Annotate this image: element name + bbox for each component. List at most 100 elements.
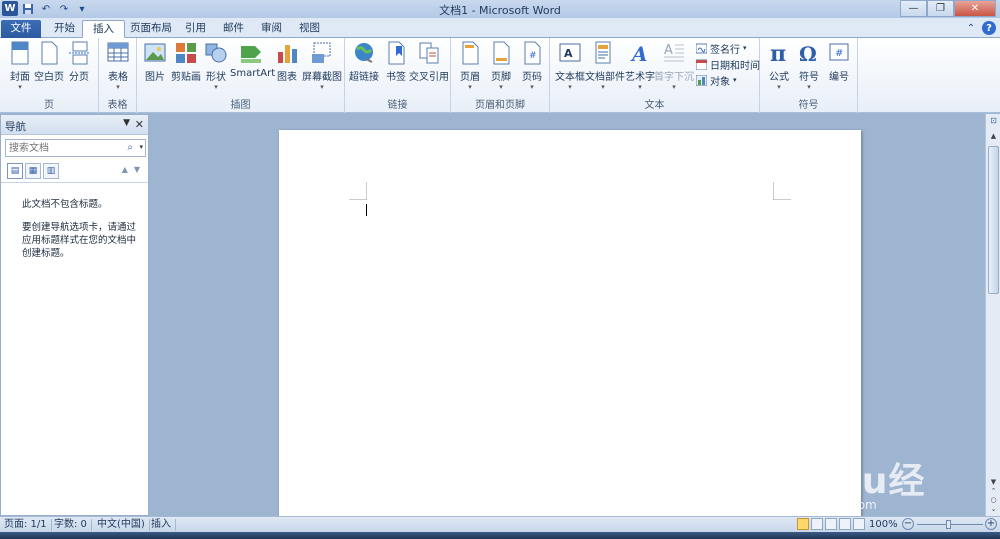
tab-home[interactable]: 开始 xyxy=(44,20,85,38)
group-symbols: π 公式 ▾ Ω 符号 ▾ # 编号 符号 xyxy=(760,38,858,113)
ribbon-right-controls: ⌃ ? xyxy=(964,21,996,35)
tab-insert[interactable]: 插入 xyxy=(82,20,125,38)
nav-pane-close-icon[interactable]: ✕ xyxy=(135,118,144,131)
signature-line-button[interactable]: 签名行 ▾ xyxy=(696,41,747,56)
table-button[interactable]: 表格 ▾ xyxy=(100,40,136,91)
outline-view-icon[interactable] xyxy=(839,518,851,530)
ruler-toggle-icon[interactable]: ⊡ xyxy=(987,116,1000,129)
svg-text:π: π xyxy=(770,41,786,66)
group-text: A 文本框 ▾ 文档部件 ▾ A 艺术字 ▾ A 首字下沉 ▾ 签名行 ▾ 日期和时间 对… xyxy=(550,38,760,113)
screenshot-button[interactable]: 屏幕截图 ▾ xyxy=(301,40,343,91)
pi-icon: π xyxy=(770,41,786,66)
cover-page-icon xyxy=(11,41,29,65)
smartart-icon xyxy=(241,46,261,63)
shapes-button[interactable]: 形状 ▾ xyxy=(198,40,234,91)
group-pages: 封面 ▾ 空白页 分页 页 xyxy=(0,38,99,113)
wordart-button[interactable]: A 艺术字 ▾ xyxy=(622,40,658,91)
chart-button[interactable]: 图表 xyxy=(269,40,305,83)
tab-view[interactable]: 视图 xyxy=(289,20,330,38)
page-count[interactable]: 页面: 1/1 xyxy=(0,519,52,531)
page-number-button[interactable]: # 页码 ▾ xyxy=(514,40,550,91)
maximize-button[interactable]: ❐ xyxy=(927,0,954,17)
nav-arrows: ▲ ▼ xyxy=(122,165,140,174)
table-icon xyxy=(107,42,129,62)
textbox-icon: A xyxy=(559,43,581,62)
group-label-links: 链接 xyxy=(387,100,408,111)
signature-icon xyxy=(696,43,707,53)
language-indicator[interactable]: 中文(中国) xyxy=(93,519,150,531)
svg-text:A: A xyxy=(664,43,673,58)
date-time-button[interactable]: 日期和时间 xyxy=(696,57,760,72)
group-label-tables: 表格 xyxy=(107,100,128,111)
zoom-in-button[interactable]: + xyxy=(985,518,997,530)
tab-review[interactable]: 审阅 xyxy=(251,20,292,38)
vertical-scrollbar[interactable]: ⊡ ▲ ▼ ⌃ ○ ⌄ xyxy=(985,114,1000,516)
close-button[interactable]: ✕ xyxy=(954,0,996,17)
smartart-button[interactable]: SmartArt xyxy=(230,40,275,79)
clip-art-icon xyxy=(176,43,196,63)
next-result-icon[interactable]: ▼ xyxy=(134,165,140,174)
view-buttons xyxy=(797,518,865,530)
object-button[interactable]: 对象 ▾ xyxy=(696,73,737,88)
title-bar: W ↶ ↷ ▾ 文档1 - Microsoft Word — ❐ ✕ xyxy=(0,0,1000,18)
headings-view-icon[interactable]: ▤ xyxy=(7,163,23,179)
textbox-button[interactable]: A 文本框 ▾ xyxy=(552,40,588,91)
svg-text:Ω: Ω xyxy=(799,42,817,66)
omega-icon: Ω xyxy=(799,42,817,66)
minimize-ribbon-icon[interactable]: ⌃ xyxy=(964,21,978,35)
scroll-thumb[interactable] xyxy=(988,146,999,294)
zoom-slider-thumb[interactable] xyxy=(946,520,951,529)
scroll-nav-controls[interactable]: ▼ ⌃ ○ ⌄ xyxy=(987,478,1000,514)
ribbon: 封面 ▾ 空白页 分页 页 表格 ▾ 表格 图片 剪贴画 形状 ▾ SmartA… xyxy=(0,38,1000,113)
nav-view-tabs: ▤ ▦ ▥ xyxy=(7,163,59,179)
chart-icon xyxy=(278,45,297,63)
print-layout-icon[interactable] xyxy=(797,518,809,530)
search-input[interactable] xyxy=(6,140,116,156)
right-margin-mark xyxy=(773,182,791,200)
tab-references[interactable]: 引用 xyxy=(175,20,216,38)
web-layout-icon[interactable] xyxy=(825,518,837,530)
zoom-level[interactable]: 100% xyxy=(869,519,898,530)
window-controls: — ❐ ✕ xyxy=(900,0,996,17)
tab-mailings[interactable]: 邮件 xyxy=(213,20,254,38)
hyperlink-button[interactable]: 超链接 xyxy=(346,40,382,83)
insert-mode[interactable]: 插入 xyxy=(147,519,176,531)
globe-icon xyxy=(355,43,373,63)
drop-cap-button[interactable]: A 首字下沉 ▾ xyxy=(654,40,694,91)
minimize-button[interactable]: — xyxy=(900,0,927,17)
nav-search-box[interactable]: ⌕ ▾ xyxy=(5,139,146,157)
nav-pane-body: 此文档不包含标题。 要创建导航选项卡，请通过应用标题样式在您的文档中创建标题。 xyxy=(1,182,148,515)
document-page[interactable] xyxy=(279,130,861,530)
search-options-icon[interactable]: ▾ xyxy=(139,143,143,151)
window-title: 文档1 - Microsoft Word xyxy=(439,4,561,17)
help-icon[interactable]: ? xyxy=(982,21,996,35)
footer-icon xyxy=(493,41,510,65)
cross-reference-button[interactable]: 交叉引用 xyxy=(408,40,450,83)
number-button[interactable]: # 编号 xyxy=(821,40,857,83)
zoom-out-button[interactable]: − xyxy=(902,518,914,530)
nav-pane-menu-icon[interactable]: ▼ xyxy=(123,118,130,128)
scroll-up-icon[interactable]: ▲ xyxy=(987,132,1000,144)
svg-text:A: A xyxy=(564,47,573,60)
nav-pane-title: 导航 xyxy=(5,121,26,133)
results-view-icon[interactable]: ▥ xyxy=(43,163,59,179)
no-headings-message: 此文档不包含标题。 xyxy=(22,199,108,210)
page-break-icon xyxy=(69,41,89,65)
object-icon xyxy=(696,74,707,86)
draft-view-icon[interactable] xyxy=(853,518,865,530)
tab-file[interactable]: 文件 xyxy=(1,20,41,38)
previous-result-icon[interactable]: ▲ xyxy=(122,165,128,174)
quick-parts-button[interactable]: 文档部件 ▾ xyxy=(585,40,625,91)
full-screen-reading-icon[interactable] xyxy=(811,518,823,530)
group-label-symbols: 符号 xyxy=(798,100,819,111)
screenshot-icon xyxy=(312,42,331,63)
drop-cap-icon: A xyxy=(664,43,684,62)
document-area[interactable] xyxy=(150,114,985,530)
pages-view-icon[interactable]: ▦ xyxy=(25,163,41,179)
nav-pane-header: 导航 ▼ ✕ xyxy=(1,115,148,135)
group-label-illustrations: 插图 xyxy=(230,100,251,111)
word-count[interactable]: 字数: 0 xyxy=(50,519,92,531)
page-break-button[interactable]: 分页 xyxy=(61,40,97,83)
tab-page-layout[interactable]: 页面布局 xyxy=(120,20,182,38)
search-icon[interactable]: ⌕ xyxy=(127,142,133,153)
